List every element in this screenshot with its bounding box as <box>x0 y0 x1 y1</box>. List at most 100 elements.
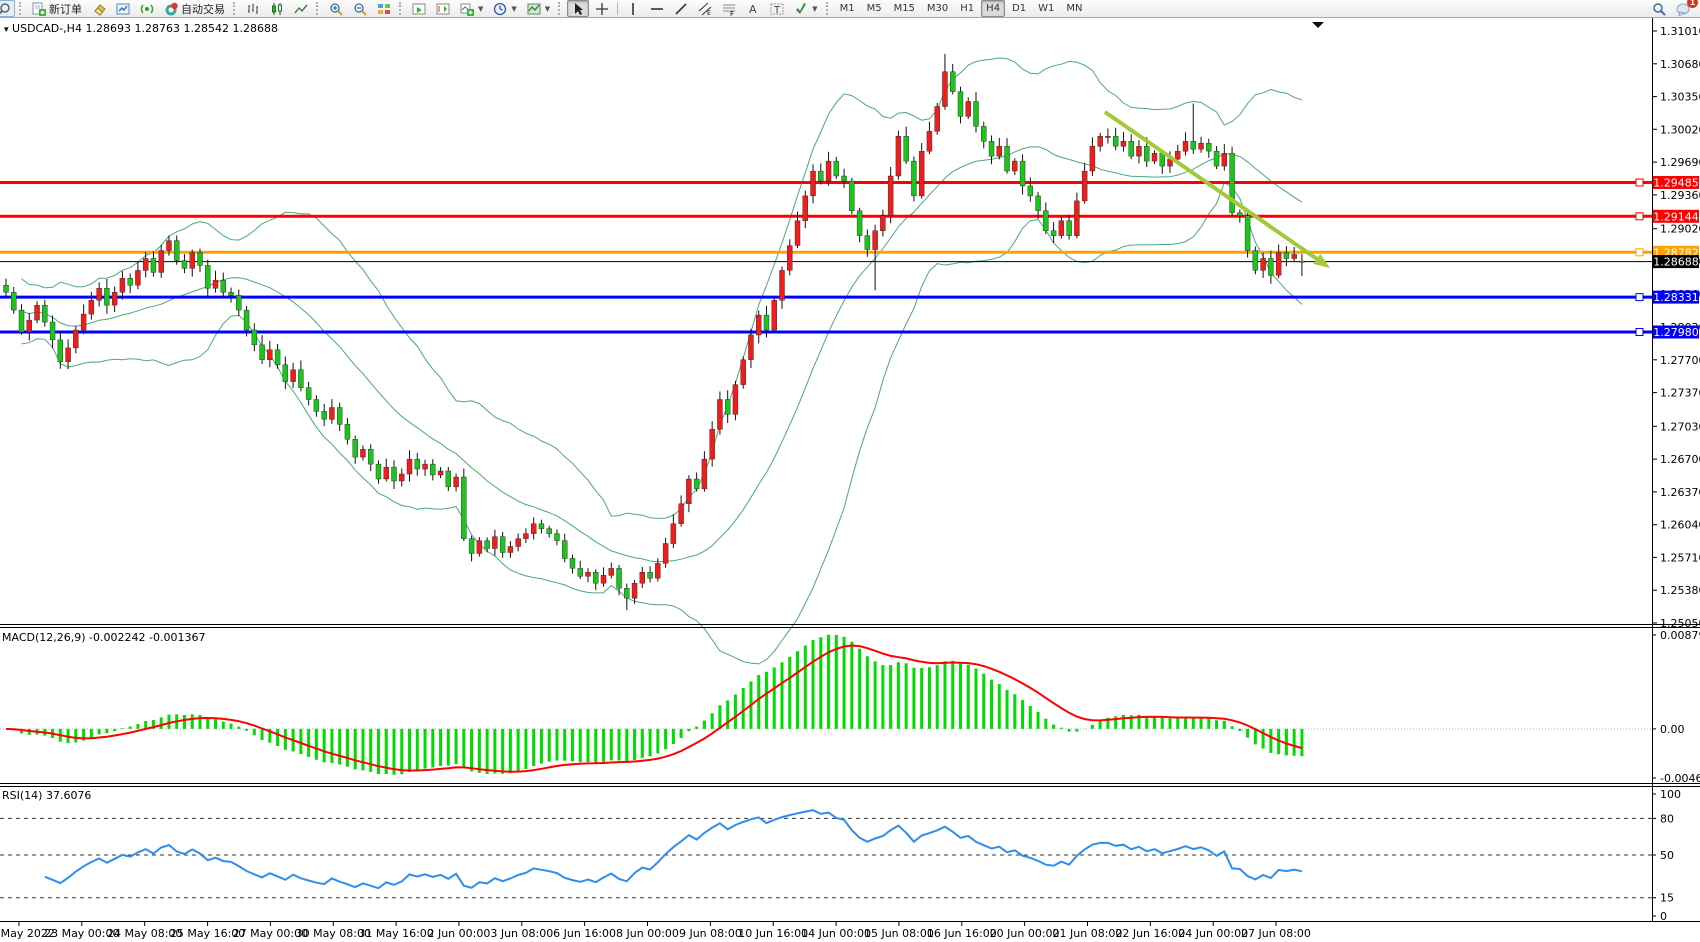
candle-body <box>1129 141 1134 156</box>
price-badge: 1.28331 <box>1653 291 1699 304</box>
price-badge: 1.28688 <box>1653 256 1699 269</box>
candle-body <box>826 161 831 181</box>
new-order-icon <box>32 2 46 16</box>
timeframe-button-mn[interactable]: MN <box>1061 0 1087 17</box>
candle-body <box>780 270 785 300</box>
candle-body <box>1284 253 1289 259</box>
candle-body <box>655 563 660 578</box>
notifications-button[interactable]: 1 <box>1672 0 1694 17</box>
candlestick-mode-button[interactable] <box>266 0 288 17</box>
new-order-button[interactable]: 新订单 <box>28 0 86 17</box>
auto-scroll-button[interactable] <box>408 0 430 17</box>
line-handle[interactable] <box>1636 179 1643 186</box>
candle-body <box>935 107 940 132</box>
svg-text:16 Jun 16:00: 16 Jun 16:00 <box>927 927 997 940</box>
upload-chart-button[interactable] <box>112 0 134 17</box>
line-handle[interactable] <box>1636 213 1643 220</box>
search-button[interactable] <box>1648 0 1670 17</box>
eraser-button[interactable] <box>88 0 110 17</box>
candle-body <box>865 236 870 250</box>
trendline-tool-button[interactable] <box>670 0 692 17</box>
cursor-icon <box>571 2 585 16</box>
price-badge: 1.27980 <box>1653 326 1699 339</box>
fibonacci-icon: F <box>722 2 736 16</box>
price-badge: 1.29144 <box>1653 210 1699 223</box>
bollinger-bands <box>22 58 1302 664</box>
vertical-line-tool-button[interactable] <box>622 0 644 17</box>
candle-body <box>981 126 986 141</box>
price-axis[interactable]: 1.310101.306801.303501.300201.296901.293… <box>1652 25 1700 630</box>
arrow-line[interactable] <box>1105 112 1323 263</box>
timeframe-menu-button[interactable]: ▼ <box>489 0 520 17</box>
add-indicator-button[interactable]: ▼ <box>456 0 487 17</box>
scroll-marker-icon[interactable] <box>1312 22 1324 28</box>
candle-body <box>787 246 792 271</box>
timeframe-button-w1[interactable]: W1 <box>1033 0 1059 17</box>
line-handle[interactable] <box>1636 329 1643 336</box>
signal-button[interactable] <box>136 0 158 17</box>
candle-body <box>283 365 288 382</box>
timeframe-button-m15[interactable]: M15 <box>889 0 920 17</box>
text-label-tool-button[interactable]: T <box>766 0 788 17</box>
cursor-tool-button[interactable] <box>567 0 589 17</box>
candle-body <box>392 467 397 481</box>
candle-body <box>578 568 583 576</box>
line-handle[interactable] <box>1636 294 1643 301</box>
svg-text:31 May 16:00: 31 May 16:00 <box>358 927 433 940</box>
candle-body <box>27 320 32 332</box>
template-menu-button[interactable]: ▼ <box>523 0 554 17</box>
zoom-in-button[interactable] <box>325 0 347 17</box>
candle-body <box>679 504 684 524</box>
tile-windows-button[interactable] <box>373 0 395 17</box>
horizontal-line-tool-button[interactable] <box>646 0 668 17</box>
candle-body <box>624 588 629 598</box>
channel-tool-button[interactable]: E <box>694 0 716 17</box>
chart-canvas[interactable]: 1.310101.306801.303501.300201.296901.293… <box>0 18 1700 942</box>
line-chart-mode-button[interactable] <box>290 0 312 17</box>
bar-chart-mode-button[interactable] <box>242 0 264 17</box>
chart-shift-button[interactable] <box>432 0 454 17</box>
search-icon <box>1652 2 1666 16</box>
candle-body <box>741 360 746 385</box>
candle-body <box>322 411 327 419</box>
shapes-icon <box>794 2 808 16</box>
candle-body <box>1012 161 1017 171</box>
shapes-menu-button[interactable]: ▼ <box>790 0 821 17</box>
zoom-in-icon <box>329 2 343 16</box>
crosshair-icon <box>595 2 609 16</box>
candle-body <box>174 241 179 261</box>
timeframe-button-h4[interactable]: H4 <box>981 0 1005 17</box>
chevron-down-icon: ▼ <box>478 5 483 13</box>
macd-pane <box>0 635 1652 775</box>
candle-body <box>345 424 350 439</box>
auto-trading-button[interactable]: 自动交易 <box>160 0 229 17</box>
candle-body <box>182 261 187 269</box>
timeframe-button-m1[interactable]: M1 <box>835 0 860 17</box>
chevron-down-icon: ▼ <box>511 5 516 13</box>
candle-body <box>818 171 823 181</box>
svg-text:1.26040: 1.26040 <box>1660 519 1700 532</box>
candle-body <box>58 340 63 362</box>
line-handle[interactable] <box>1636 249 1643 256</box>
candle-body <box>609 568 614 575</box>
svg-text:-0.004601: -0.004601 <box>1660 772 1700 785</box>
candle-body <box>500 537 505 553</box>
time-axis[interactable]: 19 May 202223 May 00:0024 May 08:0025 Ma… <box>0 921 1311 940</box>
text-tool-button[interactable]: A <box>742 0 764 17</box>
svg-text:24 Jun 00:00: 24 Jun 00:00 <box>1178 927 1248 940</box>
candle-body <box>1237 213 1242 216</box>
candle-body <box>1152 153 1157 161</box>
fibonacci-tool-button[interactable]: F <box>718 0 740 17</box>
timeframe-button-m30[interactable]: M30 <box>922 0 953 17</box>
crosshair-tool-button[interactable] <box>591 0 613 17</box>
auto-scroll-icon <box>412 2 426 16</box>
candle-body <box>950 72 955 92</box>
svg-text:E: E <box>707 10 711 16</box>
zoom-out-button[interactable] <box>349 0 371 17</box>
candle-body <box>267 350 272 360</box>
candle-body <box>554 534 559 541</box>
timeframe-button-h1[interactable]: H1 <box>955 0 979 17</box>
clipped-toolbar-icon[interactable] <box>0 0 15 17</box>
timeframe-button-m5[interactable]: M5 <box>862 0 887 17</box>
timeframe-button-d1[interactable]: D1 <box>1007 0 1031 17</box>
